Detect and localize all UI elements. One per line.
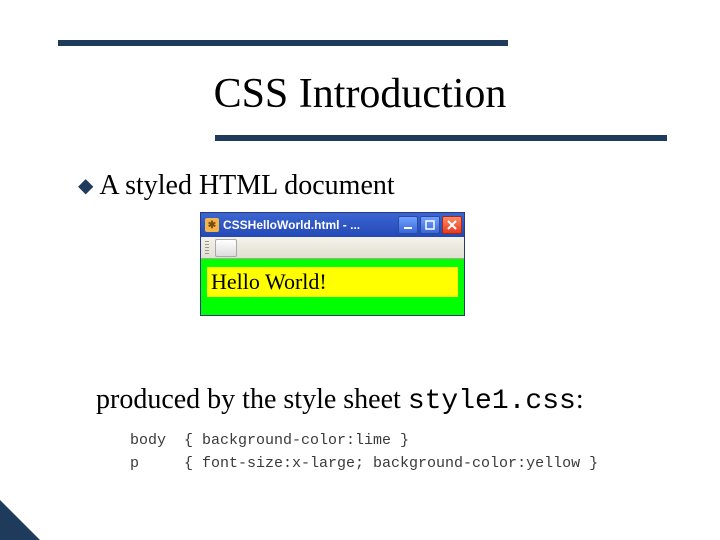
window-title: CSSHelloWorld.html - ... bbox=[223, 218, 398, 232]
browser-viewport: Hello World! bbox=[201, 259, 464, 315]
bullet-text: A styled HTML document bbox=[99, 170, 394, 202]
code-line-2: p { font-size:x-large; background-color:… bbox=[130, 455, 598, 472]
produced-suffix: : bbox=[576, 384, 584, 415]
bullet-line: ◆ A styled HTML document bbox=[78, 170, 395, 202]
window-toolbar bbox=[201, 237, 464, 259]
close-button[interactable] bbox=[442, 216, 462, 234]
produced-prefix: produced by the style sheet bbox=[96, 384, 408, 415]
corner-accent-icon bbox=[0, 500, 40, 540]
browser-window: ✱ CSSHelloWorld.html - ... Hello World! bbox=[200, 212, 465, 316]
slide-title: CSS Introduction bbox=[0, 70, 720, 118]
css-code-block: body { background-color:lime } p { font-… bbox=[130, 430, 598, 475]
toolbar-grip-icon bbox=[205, 241, 209, 255]
page-paragraph: Hello World! bbox=[207, 267, 458, 297]
app-icon: ✱ bbox=[205, 218, 219, 232]
minimize-button[interactable] bbox=[398, 216, 418, 234]
mid-rule bbox=[215, 135, 667, 141]
window-titlebar: ✱ CSSHelloWorld.html - ... bbox=[201, 213, 464, 237]
toolbar-button[interactable] bbox=[215, 239, 237, 257]
window-buttons bbox=[398, 216, 462, 234]
maximize-button[interactable] bbox=[420, 216, 440, 234]
produced-by-line: produced by the style sheet style1.css: bbox=[96, 384, 584, 417]
code-line-1: body { background-color:lime } bbox=[130, 432, 409, 449]
diamond-bullet-icon: ◆ bbox=[78, 176, 93, 196]
top-rule bbox=[58, 40, 508, 46]
stylesheet-filename: style1.css bbox=[408, 386, 576, 417]
